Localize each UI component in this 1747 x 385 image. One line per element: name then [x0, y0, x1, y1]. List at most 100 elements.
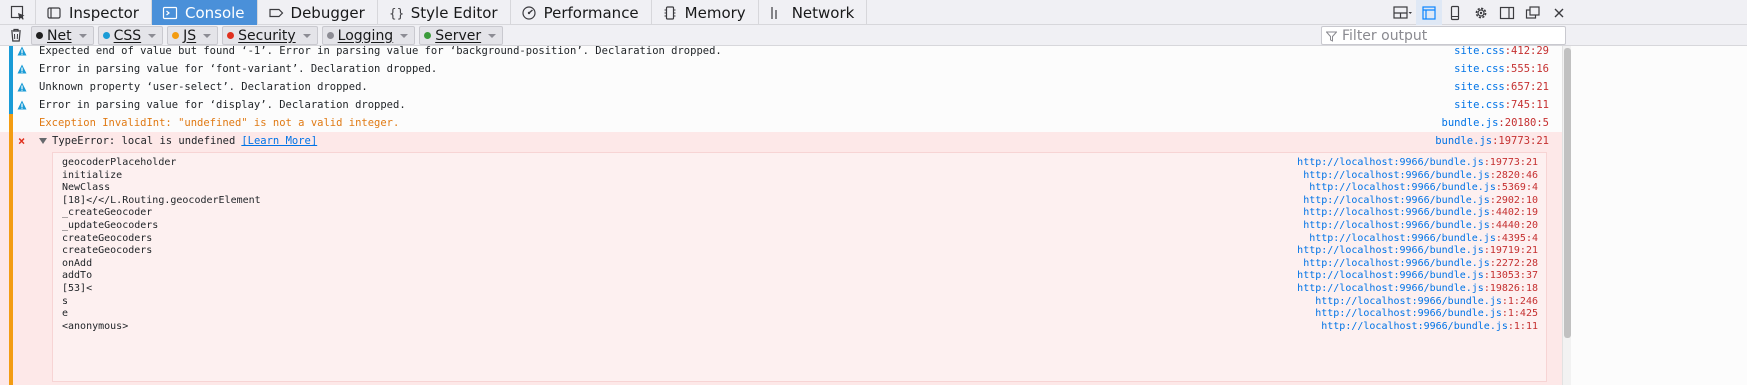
tab-network[interactable]: Network	[759, 0, 868, 25]
frame-linecol: :2272:28	[1489, 257, 1538, 269]
stack-frame: [53]< http://localhost:9966/bundle.js:198…	[53, 283, 1546, 296]
console-message-warning: Error in parsing value for ‘display’. De…	[0, 96, 1562, 114]
responsive-design-button[interactable]	[1416, 0, 1442, 25]
inspector-icon	[46, 5, 62, 21]
security-dot-icon	[227, 32, 235, 39]
frame-url: http://localhost:9966/bundle.js	[1297, 245, 1484, 257]
learn-more-link[interactable]: [Learn More]	[241, 135, 317, 147]
split-layout-icon	[1393, 6, 1412, 19]
settings-button[interactable]	[1468, 0, 1494, 25]
settings-gear-icon	[1475, 7, 1487, 19]
frame-linecol: :1:246	[1501, 295, 1538, 307]
css-dot-icon	[102, 32, 110, 39]
message-location-link[interactable]: bundle.js:19773:21	[1435, 132, 1549, 150]
tab-debugger[interactable]: Debugger	[258, 0, 378, 25]
frame-location-link[interactable]: http://localhost:9966/bundle.js:1:11	[1321, 321, 1538, 334]
location-linecol: :555:16	[1504, 63, 1549, 75]
message-location-link[interactable]: site.css:745:11	[1454, 96, 1549, 114]
net-dot-icon	[36, 32, 43, 39]
frame-location-link[interactable]: http://localhost:9966/bundle.js:1:246	[1315, 296, 1538, 309]
scrollbar-thumb[interactable]	[1564, 48, 1571, 338]
frame-location-link[interactable]: http://localhost:9966/bundle.js:2272:28	[1303, 258, 1538, 271]
tab-inspector[interactable]: Inspector	[36, 0, 152, 25]
frame-function: _createGeocoder	[62, 207, 153, 219]
frame-location-link[interactable]: http://localhost:9966/bundle.js:5369:4	[1309, 182, 1538, 195]
console-message-exception: Exception InvalidInt: "undefined" is not…	[0, 114, 1562, 132]
frame-location-link[interactable]: http://localhost:9966/bundle.js:2820:46	[1303, 170, 1538, 183]
frame-linecol: :19719:21	[1483, 245, 1538, 257]
message-location-link[interactable]: site.css:555:16	[1454, 60, 1549, 78]
stack-frame: [18]</</L.Routing.geocoderElement http://…	[53, 195, 1546, 208]
collapse-toggle-icon[interactable]	[39, 138, 47, 144]
frame-function: NewClass	[62, 182, 111, 194]
frame-function: createGeocoders	[62, 232, 153, 244]
tab-style-editor[interactable]: {} Style Editor	[378, 0, 511, 25]
filter-js-button[interactable]: JS	[167, 26, 219, 45]
location-file: bundle.js	[1435, 135, 1493, 147]
tab-label: Console	[184, 3, 245, 22]
frame-url: http://localhost:9966/bundle.js	[1297, 283, 1484, 294]
location-linecol: :657:21	[1504, 81, 1549, 93]
stack-frame: onAdd http://localhost:9966/bundle.js:227…	[53, 258, 1546, 271]
frame-function: [18]</</L.Routing.geocoderElement	[62, 194, 261, 206]
frame-location-link[interactable]: http://localhost:9966/bundle.js:19826:18	[1297, 283, 1538, 296]
frame-linecol: :19773:21	[1483, 157, 1538, 168]
filter-server-button[interactable]: Server	[419, 26, 504, 45]
error-message: TypeError: local is undefined	[52, 135, 236, 147]
frame-location-link[interactable]: http://localhost:9966/bundle.js:19719:21	[1297, 245, 1538, 258]
location-file: site.css	[1454, 63, 1505, 75]
filter-css-button[interactable]: CSS	[97, 26, 164, 45]
chevron-down-icon	[488, 33, 497, 38]
frame-function: <anonymous>	[62, 320, 129, 332]
stack-frame: e http://localhost:9966/bundle.js:1:425	[53, 308, 1546, 321]
tab-memory[interactable]: Memory	[652, 0, 759, 25]
frame-url: http://localhost:9966/bundle.js	[1297, 157, 1484, 168]
undock-window-icon	[1525, 6, 1540, 19]
element-picker-button[interactable]	[0, 0, 36, 25]
frame-location-link[interactable]: http://localhost:9966/bundle.js:13053:37	[1297, 270, 1538, 283]
undock-window-button[interactable]	[1520, 0, 1546, 25]
clear-console-trash-icon[interactable]	[9, 27, 23, 43]
message-location-link[interactable]: site.css:657:21	[1454, 78, 1549, 96]
filter-output-input[interactable]	[1321, 26, 1566, 45]
mobile-icon	[1450, 5, 1460, 21]
frame-location-link[interactable]: http://localhost:9966/bundle.js:4402:19	[1303, 207, 1538, 220]
console-message-error: × TypeError: local is undefined [Learn Mo…	[0, 132, 1562, 385]
vertical-scrollbar[interactable]	[1562, 46, 1571, 385]
dock-side-button[interactable]	[1494, 0, 1520, 25]
frame-linecol: :4395:4	[1495, 232, 1538, 244]
frame-location-link[interactable]: http://localhost:9966/bundle.js:1:425	[1315, 308, 1538, 321]
filter-security-button[interactable]: Security	[222, 26, 318, 45]
network-icon	[769, 5, 785, 21]
location-file: bundle.js	[1441, 117, 1499, 129]
close-icon	[1554, 8, 1564, 18]
filter-label: Net	[47, 27, 72, 44]
location-linecol: :745:11	[1504, 99, 1549, 111]
frame-function: createGeocoders	[62, 245, 153, 257]
message-severity-bar	[9, 78, 13, 96]
split-layout-button[interactable]	[1388, 0, 1416, 25]
message-location-link[interactable]: site.css:412:29	[1454, 46, 1549, 60]
location-linecol: :20180:5	[1498, 117, 1549, 129]
mobile-view-button[interactable]	[1442, 0, 1468, 25]
close-devtools-button[interactable]	[1546, 0, 1572, 25]
message-text: Error in parsing value for ‘display’. De…	[39, 99, 406, 111]
frame-location-link[interactable]: http://localhost:9966/bundle.js:19773:21	[1297, 157, 1538, 170]
frame-location-link[interactable]: http://localhost:9966/bundle.js:4395:4	[1309, 233, 1538, 246]
filter-net-button[interactable]: Net	[31, 26, 94, 45]
tab-console[interactable]: Console	[151, 0, 258, 25]
frame-location-link[interactable]: http://localhost:9966/bundle.js:2902:10	[1303, 195, 1538, 208]
frame-url: http://localhost:9966/bundle.js	[1297, 270, 1484, 282]
tab-performance[interactable]: Performance	[511, 0, 652, 25]
stack-frame: geocoderPlaceholder http://localhost:9966…	[53, 157, 1546, 170]
location-file: site.css	[1454, 81, 1505, 93]
message-text: Exception InvalidInt: "undefined" is not…	[39, 117, 400, 129]
filter-logging-button[interactable]: Logging	[321, 26, 416, 45]
tab-label: Network	[791, 3, 855, 22]
frame-location-link[interactable]: http://localhost:9966/bundle.js:4440:20	[1303, 220, 1538, 233]
message-severity-bar	[9, 46, 13, 60]
element-picker-icon	[10, 5, 25, 20]
filter-label: CSS	[113, 27, 142, 44]
warning-icon	[17, 46, 27, 56]
message-location-link[interactable]: bundle.js:20180:5	[1442, 114, 1549, 132]
